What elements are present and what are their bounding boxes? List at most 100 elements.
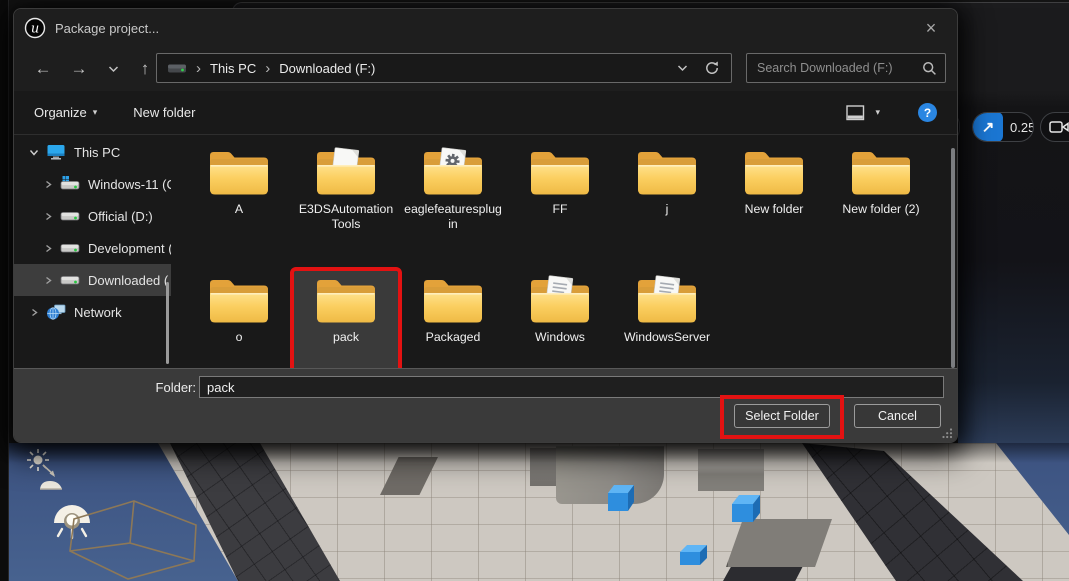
sidebar-tree: This PC Windows-11 (C Official (D:) Develop… [14,136,171,328]
dialog-footer: Folder: Select Folder Cancel [14,368,957,442]
windows-drive-icon [60,176,80,192]
close-icon[interactable]: × [917,15,945,41]
folder-field-label: Folder: [134,380,196,395]
chevron-right-icon [30,308,39,317]
folder-item-label: eaglefeaturesplugin [403,202,503,233]
sidebar-item-label: This PC [74,145,120,160]
chevron-right-icon [44,244,53,253]
caret-down-icon: ▾ [93,107,98,118]
forward-button[interactable]: → [64,54,94,84]
sidebar-item-label: Network [74,305,122,320]
breadcrumb-downloaded[interactable]: Downloaded (F:) [279,61,375,76]
view-options-button[interactable]: ▾ [846,105,880,121]
sidebar-item-label: Official (D:) [88,209,153,224]
caret-down-icon: ▾ [875,107,880,118]
organize-button[interactable]: Organize ▾ [34,105,97,120]
sidebar-item-downloaded-[interactable]: Downloaded ( [14,264,171,296]
dialog-titlebar[interactable]: u Package project... × [14,9,957,47]
dialog-title: Package project... [55,21,159,36]
folder-icon [421,274,485,326]
sidebar-item-label: Development ( [88,241,171,256]
folder-item-label: pack [333,330,359,345]
package-project-dialog: u Package project... × ← → ↑ › This PC [13,8,958,443]
select-folder-button[interactable]: Select Folder [734,404,830,428]
resize-grip[interactable] [942,428,953,439]
refresh-button[interactable] [697,53,727,83]
help-button[interactable]: ? [918,103,937,122]
folder-item-label: j [666,202,669,217]
screen-percentage-badge[interactable]: ↗ 0.25 [972,112,1034,142]
folder-icon [207,274,271,326]
blue-cube [732,495,762,523]
folder-item-o[interactable]: o [187,271,291,371]
folder-item-windows[interactable]: Windows [508,271,612,371]
camera-speed-badge[interactable]: 1 [1040,112,1069,142]
folder-item-label: Windows [535,330,585,345]
this-pc-icon [46,144,66,160]
camera-icon [1049,120,1069,134]
chevron-right-icon [44,276,53,285]
folder-icon [314,146,378,198]
sidebar-item-label: Windows-11 (C [88,177,171,192]
folder-item-windowsserver[interactable]: WindowsServer [615,271,719,371]
selection-wireframe-cube [66,499,202,581]
folder-item-packaged[interactable]: Packaged [401,271,505,371]
editor-right-background [958,8,1069,443]
svg-text:u: u [31,22,39,37]
search-input[interactable] [755,60,922,76]
folder-item-new-folder[interactable]: New folder [722,143,826,261]
folder-icon [635,274,699,326]
organize-label: Organize [34,105,87,120]
folder-icon [742,146,806,198]
folder-item-label: E3DSAutomation Tools [296,202,396,233]
breadcrumb-separator: › [196,60,201,77]
back-button[interactable]: ← [28,54,58,84]
folder-item-new-folder-2-[interactable]: New folder (2) [829,143,933,261]
chevron-right-icon [44,212,53,221]
sidebar-item-development-[interactable]: Development ( [14,232,171,264]
folder-item-pack[interactable]: pack [294,271,398,371]
blue-cube [608,485,636,512]
search-box[interactable] [746,53,946,83]
cancel-button[interactable]: Cancel [854,404,941,428]
folder-grid: AE3DSAutomation Toolseaglefeaturesplugin… [171,136,949,371]
scale-arrow-icon: ↗ [973,112,1003,142]
view-options-icon [846,105,865,121]
breadcrumb-this-pc[interactable]: This PC [210,61,256,76]
sidebar-item-windows-11-c[interactable]: Windows-11 (C [14,168,171,200]
sidebar-scrollbar[interactable] [166,282,169,364]
folder-item-label: New folder (2) [842,202,919,217]
folder-icon [207,146,271,198]
dialog-body: This PC Windows-11 (C Official (D:) Develop… [14,136,957,371]
refresh-icon [704,60,720,76]
folder-item-label: FF [552,202,567,217]
folder-item-a[interactable]: A [187,143,291,261]
drive-icon [60,273,80,287]
folder-item-label: WindowsServer [624,330,710,345]
folder-item-j[interactable]: j [615,143,719,261]
sidebar-item-network[interactable]: Network [14,296,171,328]
dialog-drop-shadow [8,443,1069,463]
address-dropdown-button[interactable] [667,53,697,83]
breadcrumb-separator: › [265,60,270,77]
folder-item-ff[interactable]: FF [508,143,612,261]
editor-left-frame [0,0,9,581]
new-folder-label: New folder [133,105,195,120]
new-folder-button[interactable]: New folder [133,105,195,120]
folder-item-eaglefeaturesplugin[interactable]: eaglefeaturesplugin [401,143,505,261]
fog-gizmo[interactable] [38,477,64,491]
chevron-down-icon [29,148,39,157]
folder-item-e3dsautomation-tools[interactable]: E3DSAutomation Tools [294,143,398,261]
file-list: AE3DSAutomation Toolseaglefeaturesplugin… [171,136,957,371]
sidebar-item-label: Downloaded ( [88,273,168,288]
unreal-editor-screen: ↗ 0.25 1 u Package project... × ← → [0,0,1069,581]
file-list-scrollbar[interactable] [951,148,955,368]
folder-icon [528,146,592,198]
recent-locations-button[interactable] [98,54,128,84]
folder-item-label: o [236,330,243,345]
folder-icon [849,146,913,198]
level-viewport[interactable] [8,443,1069,581]
sidebar-item-official-d-[interactable]: Official (D:) [14,200,171,232]
address-bar[interactable]: › This PC › Downloaded (F:) [156,53,732,83]
sidebar-item-this-pc[interactable]: This PC [14,136,171,168]
